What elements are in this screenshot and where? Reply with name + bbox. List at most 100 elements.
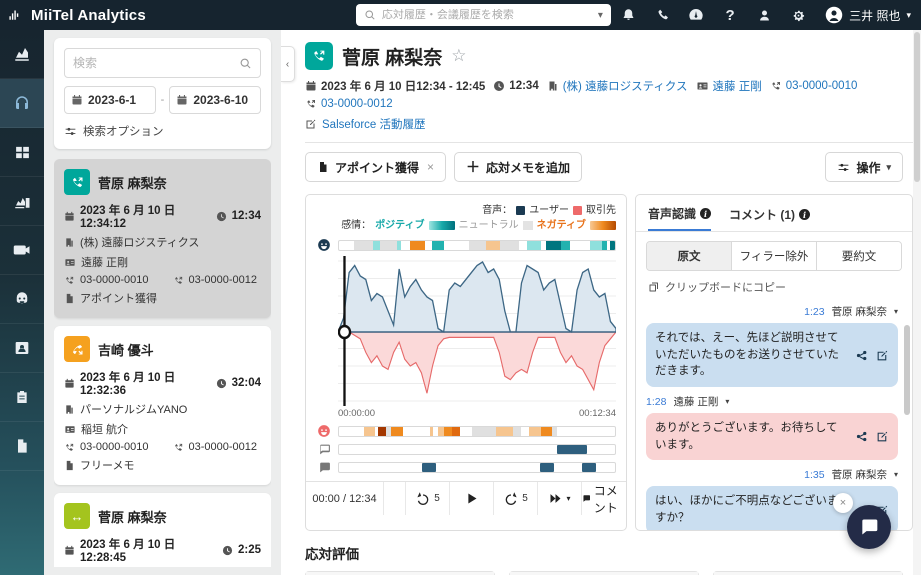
sidebar-item-documents[interactable]: [0, 422, 44, 471]
date-to-picker[interactable]: 2023-6-10: [169, 86, 261, 114]
dialer-button[interactable]: [645, 0, 679, 30]
crm-activity-link[interactable]: Salseforce 活動履歴: [322, 116, 426, 132]
edit-icon[interactable]: [876, 349, 889, 362]
main-scrollbar[interactable]: [913, 30, 921, 575]
client-talk-bar[interactable]: [338, 462, 616, 473]
monitor-button[interactable]: [679, 0, 713, 30]
tab-speech-recognition-label: 音声認識: [648, 205, 696, 222]
chat-widget-button[interactable]: [847, 505, 891, 549]
info-icon[interactable]: i: [799, 209, 810, 220]
call-contact-name: 菅原 麻梨奈: [98, 173, 167, 192]
call-duration: 2:25: [238, 544, 261, 556]
clock-icon: [222, 545, 233, 556]
message-text: はい、ほかにご不明点などございますか？: [655, 493, 847, 526]
gear-icon: [791, 8, 806, 23]
list-search-field[interactable]: [64, 48, 261, 78]
forward-icon: [503, 491, 519, 507]
call-list-item[interactable]: 吉崎 優斗 2023 年 6 月 10 日 12:32:3632:04 パーソナ…: [54, 326, 271, 485]
date-separator: -: [161, 94, 165, 106]
user-talk-bar[interactable]: [338, 444, 616, 455]
date-from-picker[interactable]: 2023-6-1: [64, 86, 156, 114]
playhead-handle[interactable]: [339, 326, 350, 338]
info-icon[interactable]: i: [700, 208, 711, 219]
rewind-5-button[interactable]: 5: [406, 482, 450, 515]
main-scrollbar-thumb[interactable]: [914, 32, 920, 182]
mode-filler-removed-button[interactable]: フィラー除外: [732, 242, 817, 270]
user-emotion-bar[interactable]: [338, 240, 616, 251]
remove-tag-icon[interactable]: ×: [427, 160, 434, 174]
sliders-icon: [837, 161, 850, 174]
brand-logo[interactable]: MiiTel Analytics: [8, 7, 146, 24]
detail-company-link[interactable]: (株) 遠藤ロジスティクス: [563, 78, 688, 94]
bell-icon: [621, 8, 636, 23]
client-emotion-track[interactable]: [316, 424, 616, 438]
list-search-input[interactable]: [73, 56, 233, 70]
transcript-messages[interactable]: 1:23菅原 麻梨奈▾ それでは、えー、先ほど説明させていただいたものをお送りさ…: [636, 295, 912, 530]
sidebar-item-ai-assistant[interactable]: [0, 275, 44, 324]
rewind-icon: [415, 491, 431, 507]
comment-button[interactable]: コメント: [582, 482, 626, 515]
memo-tag[interactable]: アポイント獲得 ×: [305, 152, 446, 182]
negative-swatch: [590, 221, 616, 230]
mode-summary-button[interactable]: 要約文: [817, 242, 901, 270]
edit-icon[interactable]: [876, 430, 889, 443]
transcript-scrollbar[interactable]: [904, 325, 910, 415]
playback-speed-button[interactable]: ▾: [538, 482, 582, 515]
global-search[interactable]: ▾: [356, 4, 611, 26]
forward-5-button[interactable]: 5: [494, 482, 538, 515]
chat-widget-close-button[interactable]: ×: [833, 493, 853, 513]
collapse-list-button[interactable]: ‹: [281, 46, 295, 82]
sidebar-item-analytics[interactable]: [0, 30, 44, 79]
mode-original-button[interactable]: 原文: [647, 242, 732, 270]
settings-button[interactable]: [781, 0, 815, 30]
user-talk-track[interactable]: [316, 443, 616, 456]
sidebar-item-meetings[interactable]: [0, 226, 44, 275]
tab-speech-recognition[interactable]: 音声認識 i: [648, 205, 711, 231]
share-icon[interactable]: [855, 349, 868, 362]
transcript-message: 1:23菅原 麻梨奈▾ それでは、えー、先ほど説明させていただいたものをお送りさ…: [646, 304, 898, 387]
legend-negative-label: ネガティブ: [537, 218, 586, 233]
detail-phone-from-link[interactable]: 03-0000-0010: [786, 80, 858, 92]
call-list-item[interactable]: 菅原 麻梨奈 2023 年 6 月 10 日 12:34:1212:34 (株)…: [54, 159, 271, 318]
client-talk-track[interactable]: [316, 461, 616, 474]
copy-to-clipboard-link[interactable]: クリップボードにコピー: [648, 279, 900, 295]
add-memo-button[interactable]: ＋ 応対メモを追加: [454, 152, 582, 182]
sidebar-item-contacts[interactable]: [0, 324, 44, 373]
sidebar-item-call-history[interactable]: [0, 79, 44, 128]
play-button[interactable]: [450, 482, 494, 515]
detail-contact-link[interactable]: 遠藤 正剛: [713, 78, 762, 94]
sidebar-item-reports[interactable]: [0, 177, 44, 226]
detail-phone-to-link[interactable]: 03-0000-0012: [321, 98, 393, 110]
speaker-caret-icon[interactable]: ▾: [725, 397, 729, 406]
calendar-icon: [64, 211, 75, 222]
actions-button[interactable]: 操作 ▾: [825, 152, 903, 182]
tab-comments[interactable]: コメント (1) i: [729, 205, 810, 231]
grid-icon: [14, 144, 31, 161]
search-filter-card: 2023-6-1 - 2023-6-10 検索オプション: [54, 38, 271, 149]
search-scope-caret-icon[interactable]: ▾: [598, 10, 603, 21]
message-time[interactable]: 1:28: [646, 396, 666, 408]
sidebar-item-dashboard[interactable]: [0, 128, 44, 177]
speaker-caret-icon[interactable]: ▾: [894, 307, 898, 316]
agent-status-button[interactable]: [747, 0, 781, 30]
favorite-star-icon[interactable]: ☆: [451, 46, 466, 66]
message-time[interactable]: 1:35: [804, 469, 824, 481]
sidebar-item-tasks[interactable]: [0, 373, 44, 422]
call-list-item[interactable]: ↔ 菅原 麻梨奈 2023 年 6 月 10 日 12:28:452:25 加藤…: [54, 493, 271, 567]
user-emotion-track[interactable]: [316, 238, 616, 252]
global-search-input[interactable]: [382, 9, 592, 21]
share-icon[interactable]: [855, 430, 868, 443]
comment-bubble-icon: [582, 492, 591, 505]
speaker-caret-icon[interactable]: ▾: [894, 470, 898, 479]
user-menu[interactable]: 三井 照也 ▾: [825, 6, 911, 24]
search-options-link[interactable]: 検索オプション: [64, 123, 261, 139]
notifications-button[interactable]: [611, 0, 645, 30]
id-card-icon: [64, 424, 76, 435]
message-time[interactable]: 1:23: [804, 306, 824, 318]
help-button[interactable]: ?: [713, 0, 747, 30]
voice-waveform-chart[interactable]: [338, 256, 616, 406]
client-emotion-bar[interactable]: [338, 426, 616, 437]
bot-icon: [13, 290, 31, 308]
user-menu-caret-icon: ▾: [906, 10, 911, 21]
waveform-area[interactable]: [316, 256, 616, 406]
